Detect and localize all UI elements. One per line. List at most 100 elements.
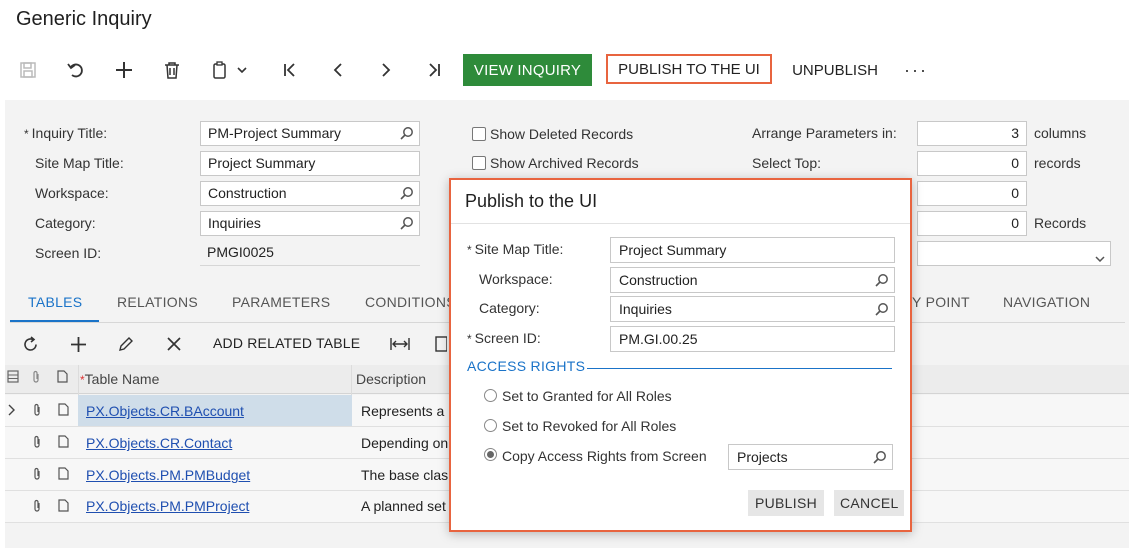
fit-columns-icon[interactable] (388, 333, 412, 355)
access-rights-section: ACCESS RIGHTS (467, 358, 586, 374)
search-icon[interactable] (400, 126, 414, 143)
chevron-down-icon[interactable] (232, 56, 252, 84)
dialog-category-label: Category: (479, 300, 540, 316)
unpublish-button[interactable]: UNPUBLISH (780, 54, 890, 86)
publish-dialog: Publish to the UI * Site Map Title: Proje… (449, 178, 912, 532)
inquiry-title-label: * Inquiry Title: (24, 125, 108, 141)
search-icon[interactable] (875, 302, 889, 319)
copy-screen-input[interactable]: Projects (728, 444, 893, 470)
arrange-params-label: Arrange Parameters in: (752, 125, 897, 141)
workspace-input[interactable]: Construction (200, 181, 420, 206)
attachment-icon[interactable] (32, 467, 42, 484)
numeric-field-4-unit: Records (1034, 215, 1087, 231)
screen-id-label: Screen ID: (35, 245, 102, 261)
table-description: A planned set (361, 498, 446, 514)
add-row-icon[interactable] (66, 333, 90, 355)
arrange-params-input[interactable]: 3 (917, 121, 1027, 146)
site-map-title-input[interactable]: Project Summary (200, 151, 420, 176)
granted-radio-label[interactable]: Set to Granted for All Roles (502, 388, 672, 404)
numeric-field-3[interactable]: 0 (917, 181, 1027, 206)
select-top-input[interactable]: 0 (917, 151, 1027, 176)
show-deleted-label: Show Deleted Records (490, 126, 634, 142)
show-deleted-checkbox[interactable] (472, 127, 486, 141)
table-name-link[interactable]: PX.Objects.PM.PMBudget (86, 467, 250, 483)
description-header[interactable]: Description (356, 371, 426, 387)
clipboard-icon[interactable] (206, 56, 234, 84)
inquiry-title-input[interactable]: PM-Project Summary (200, 121, 420, 146)
arrange-params-unit: columns (1034, 125, 1087, 141)
delete-icon[interactable] (158, 56, 186, 84)
tab-tables[interactable]: TABLES (28, 294, 82, 310)
table-name-link[interactable]: PX.Objects.PM.PMProject (86, 498, 249, 514)
category-input[interactable]: Inquiries (200, 211, 420, 236)
show-archived-checkbox[interactable] (472, 156, 486, 170)
show-archived-label: Show Archived Records (490, 155, 639, 171)
copy-rights-radio-label[interactable]: Copy Access Rights from Screen (502, 448, 707, 464)
copy-rights-radio[interactable] (484, 448, 497, 461)
revoked-radio[interactable] (484, 419, 497, 432)
dialog-divider (451, 223, 910, 224)
search-icon[interactable] (875, 273, 889, 290)
dialog-workspace-input[interactable]: Construction (610, 267, 895, 293)
last-record-icon[interactable] (420, 56, 448, 84)
attachment-icon[interactable] (32, 499, 42, 516)
next-record-icon[interactable] (372, 56, 400, 84)
previous-record-icon[interactable] (324, 56, 352, 84)
add-icon[interactable] (110, 56, 138, 84)
undo-icon[interactable] (62, 56, 90, 84)
publish-to-ui-button[interactable]: PUBLISH TO THE UI (606, 54, 772, 84)
export-icon[interactable] (434, 333, 448, 355)
note-icon[interactable] (58, 403, 69, 419)
dialog-site-map-title-label: * Site Map Title: (467, 241, 564, 257)
more-actions-button[interactable]: ··· (898, 54, 932, 86)
attachment-icon[interactable] (32, 435, 42, 452)
dropdown-select[interactable] (917, 241, 1111, 266)
category-label: Category: (35, 215, 96, 231)
chevron-down-icon (1095, 249, 1105, 265)
grid-settings-icon[interactable] (7, 370, 19, 386)
dialog-screen-id-input[interactable]: PM.GI.00.25 (610, 326, 895, 352)
dialog-category-input[interactable]: Inquiries (610, 296, 895, 322)
site-map-title-label: Site Map Title: (35, 155, 124, 171)
note-icon[interactable] (58, 467, 69, 483)
refresh-icon[interactable] (18, 333, 42, 355)
table-name-header[interactable]: *Table Name (80, 371, 159, 387)
table-description: Represents a (361, 403, 445, 419)
tab-conditions[interactable]: CONDITIONS (365, 294, 456, 310)
close-icon[interactable] (162, 333, 186, 355)
search-icon[interactable] (400, 216, 414, 233)
edit-icon[interactable] (114, 333, 138, 355)
tab-entry-point[interactable]: Y POINT (912, 294, 970, 310)
granted-radio[interactable] (484, 389, 497, 402)
tab-relations[interactable]: RELATIONS (117, 294, 198, 310)
add-related-table-button[interactable]: ADD RELATED TABLE (213, 335, 360, 351)
screen-id-value: PMGI0025 (200, 241, 420, 266)
revoked-radio-label[interactable]: Set to Revoked for All Roles (502, 418, 676, 434)
numeric-field-4[interactable]: 0 (917, 211, 1027, 236)
attachment-icon[interactable] (32, 403, 42, 420)
publish-button[interactable]: PUBLISH (748, 490, 824, 516)
tab-navigation[interactable]: NAVIGATION (1003, 294, 1090, 310)
row-selector-icon[interactable] (8, 403, 16, 419)
save-icon[interactable] (14, 56, 42, 84)
view-inquiry-button[interactable]: VIEW INQUIRY (463, 54, 592, 86)
note-icon[interactable] (58, 435, 69, 451)
dialog-screen-id-label: * Screen ID: (467, 330, 541, 346)
select-top-label: Select Top: (752, 155, 822, 171)
section-divider (587, 368, 892, 369)
first-record-icon[interactable] (276, 56, 304, 84)
dialog-title: Publish to the UI (465, 191, 598, 211)
workspace-label: Workspace: (35, 185, 109, 201)
cancel-button[interactable]: CANCEL (834, 490, 904, 516)
table-description: The base clas (361, 467, 449, 483)
tab-parameters[interactable]: PARAMETERS (232, 294, 330, 310)
search-icon[interactable] (873, 450, 887, 467)
table-name-link[interactable]: PX.Objects.CR.BAccount (86, 403, 244, 419)
search-icon[interactable] (400, 186, 414, 203)
note-icon[interactable] (58, 499, 69, 515)
dialog-site-map-title-input[interactable]: Project Summary (610, 237, 895, 263)
active-tab-indicator (10, 320, 99, 322)
table-name-link[interactable]: PX.Objects.CR.Contact (86, 435, 232, 451)
dialog-workspace-label: Workspace: (479, 271, 553, 287)
attachment-header-icon (31, 370, 41, 387)
